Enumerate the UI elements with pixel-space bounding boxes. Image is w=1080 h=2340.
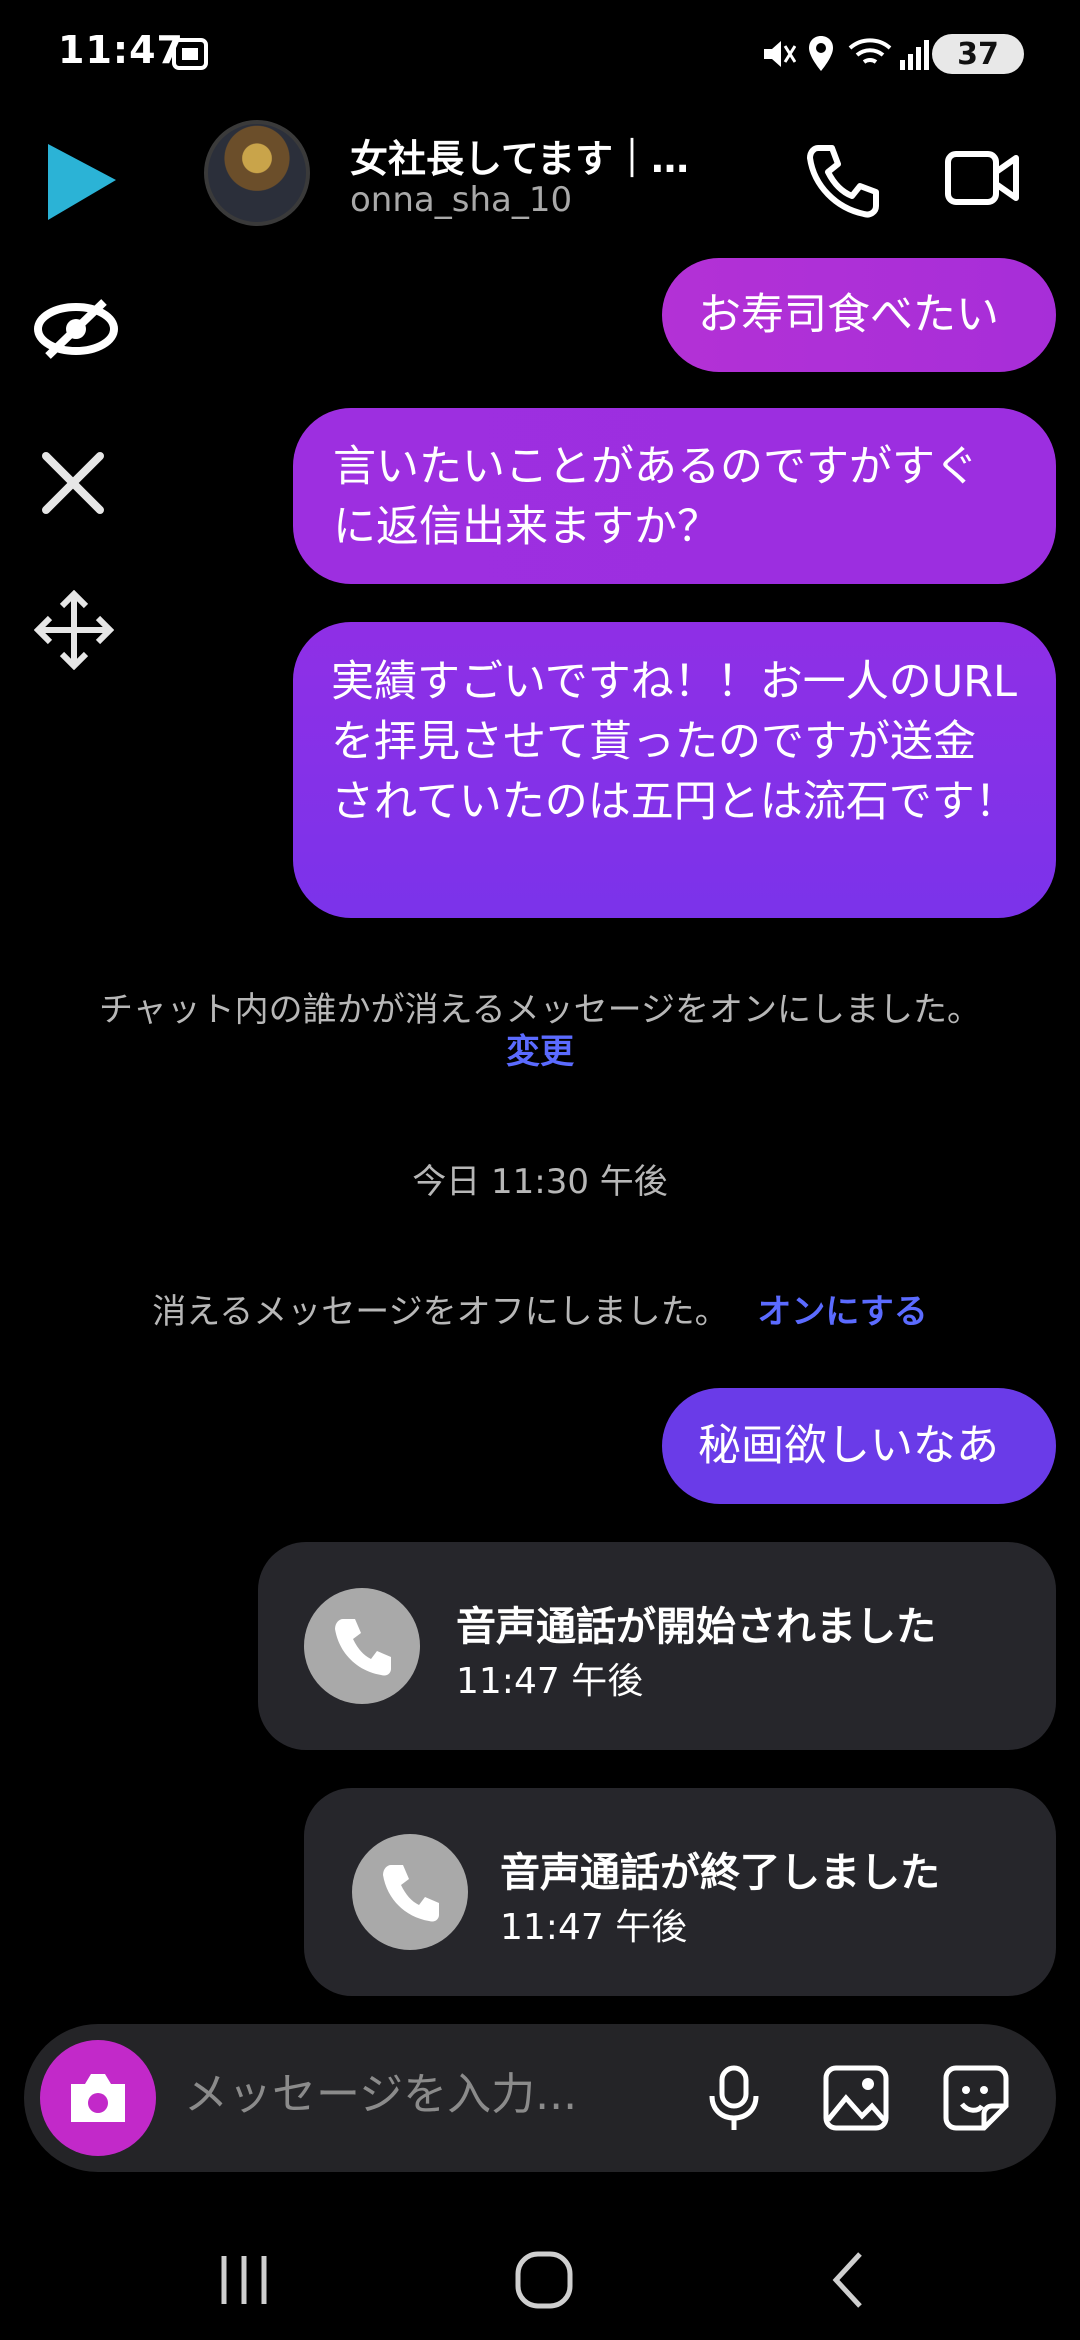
phone-outgoing-icon (352, 1834, 468, 1950)
message-composer (24, 2024, 1056, 2172)
call-ended-card[interactable]: 音声通話が終了しました 11:47 午後 (304, 1788, 1056, 1996)
screenshot-icon (172, 38, 208, 70)
back-icon[interactable] (808, 2240, 888, 2320)
vanish-mode-change-link[interactable]: 変更 (0, 1024, 1080, 1073)
hide-icon[interactable] (34, 296, 118, 362)
home-icon[interactable] (504, 2240, 584, 2320)
vanish-off-notice: 消えるメッセージをオフにしました。 オンにする (0, 1284, 1080, 1333)
status-time: 11:47 (58, 28, 184, 72)
vanish-off-text: 消えるメッセージをオフにしました。 (152, 1292, 729, 1332)
recent-apps-icon[interactable] (204, 2240, 284, 2320)
chat-username[interactable]: onna_sha_10 (350, 180, 572, 220)
signal-icon (900, 40, 929, 70)
move-icon[interactable] (34, 590, 114, 670)
play-icon[interactable] (44, 144, 120, 220)
timestamp: 今日 11:30 午後 (412, 1162, 668, 1202)
battery-indicator: 37 (932, 34, 1024, 74)
call-time: 11:47 午後 (500, 1907, 688, 1948)
gallery-icon[interactable] (822, 2064, 890, 2132)
sticker-icon[interactable] (942, 2064, 1010, 2132)
message-input[interactable] (182, 2068, 706, 2121)
camera-button[interactable] (40, 2040, 156, 2156)
message-bubble[interactable]: お寿司食べたい (662, 258, 1056, 372)
call-time: 11:47 午後 (456, 1661, 644, 1702)
turn-on-link[interactable]: オンにする (757, 1292, 927, 1332)
battery-level: 37 (957, 36, 999, 72)
phone-icon (304, 1588, 420, 1704)
call-started-card[interactable]: 音声通話が開始されました 11:47 午後 (258, 1542, 1056, 1750)
chat-title[interactable]: 女社長してます｜… (350, 128, 689, 183)
location-icon (809, 36, 833, 71)
wifi-icon (848, 38, 892, 64)
call-title: 音声通話が開始されました (456, 1604, 936, 1650)
call-title: 音声通話が終了しました (500, 1850, 940, 1896)
microphone-icon[interactable] (700, 2064, 768, 2132)
mute-icon (764, 41, 796, 67)
message-bubble[interactable]: 実績すごいですね！！お一人のURLを拝見させて貰ったのですが送金されていたのは五… (293, 622, 1056, 918)
message-bubble[interactable]: 秘画欲しいなあ (662, 1388, 1056, 1504)
phone-call-icon[interactable] (804, 142, 880, 218)
close-icon[interactable] (40, 450, 106, 516)
avatar[interactable] (204, 120, 310, 226)
message-bubble[interactable]: 言いたいことがあるのですがすぐに返信出来ますか？ (293, 408, 1056, 584)
video-call-icon[interactable] (944, 148, 1020, 208)
camera-icon (71, 2074, 125, 2122)
